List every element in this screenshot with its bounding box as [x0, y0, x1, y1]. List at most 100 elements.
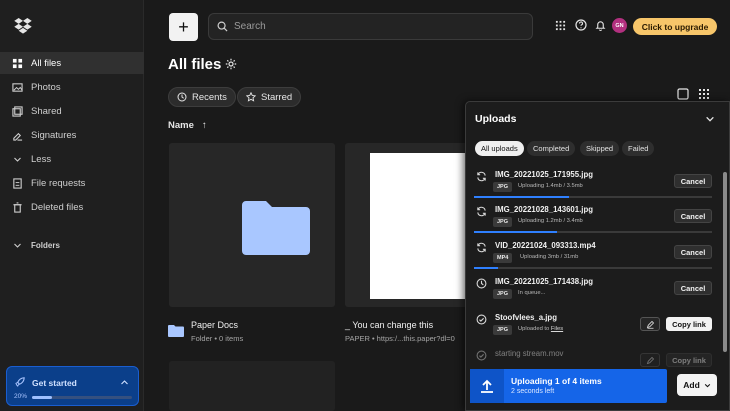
uploads-title: Uploads [475, 113, 517, 125]
card-name[interactable]: Paper Docs [191, 320, 238, 330]
sidebar-item-all-files[interactable]: All files [0, 52, 144, 74]
folder-small-icon [168, 325, 184, 337]
edit-button[interactable] [640, 353, 660, 367]
get-started-progress-bar [32, 396, 132, 399]
cancel-button[interactable]: Cancel [674, 281, 712, 295]
tab-failed[interactable]: Failed [622, 141, 655, 156]
upload-status: Uploading 1.4mb / 3.5mb [518, 183, 583, 189]
file-type-badge: JPG [493, 289, 513, 299]
chevron-down-icon [704, 383, 710, 387]
sidebar-item-signatures[interactable]: Signatures [0, 124, 144, 146]
files-link[interactable]: Files [551, 326, 563, 332]
upload-file-name: starting stream.mov [495, 349, 564, 358]
shared-icon [11, 105, 23, 117]
uploads-scrollbar[interactable] [722, 162, 728, 411]
bell-icon[interactable] [593, 18, 607, 32]
dropbox-logo-icon[interactable] [14, 18, 32, 34]
search-input[interactable] [234, 21, 514, 32]
sidebar-item-deleted-files[interactable]: Deleted files [0, 196, 144, 218]
sort-arrow-icon[interactable]: ↑ [202, 120, 207, 131]
sidebar-item-file-requests[interactable]: File requests [0, 172, 144, 194]
search-bar[interactable] [208, 13, 533, 40]
paper-doc-card[interactable] [345, 143, 475, 307]
apps-grid-icon[interactable] [553, 18, 567, 32]
sidebar-item-label: Shared [31, 105, 62, 117]
sidebar-item-less[interactable]: Less [0, 148, 144, 170]
sidebar-item-label: Less [31, 153, 52, 165]
upgrade-button[interactable]: Click to upgrade [633, 18, 717, 35]
check-circle-icon [476, 314, 487, 325]
cancel-button[interactable]: Cancel [674, 209, 712, 223]
add-button[interactable]: Add [677, 374, 717, 396]
add-label: Add [683, 380, 700, 390]
trash-icon [11, 201, 23, 213]
sidebar-item-label: Signatures [31, 129, 77, 141]
card-name[interactable]: _ You can change this [345, 320, 433, 330]
pencil-icon [646, 356, 654, 364]
upload-status: Uploading 1.2mb / 3.4mb [518, 218, 583, 224]
get-started-panel[interactable]: Get started 20% [6, 366, 139, 406]
upload-arrow-icon [470, 369, 504, 403]
chevron-down-icon [11, 239, 23, 251]
upload-status: Uploaded to Files [518, 326, 563, 332]
upload-status: Uploading 3mb / 31mb [520, 254, 579, 260]
sidebar-item-label: Deleted files [31, 201, 84, 213]
sidebar-item-label: All files [31, 57, 62, 69]
file-card[interactable] [169, 361, 335, 411]
upload-item: Stoofvlees_a.jpg JPG Uploaded to Files C… [466, 308, 721, 344]
grid-view-icon[interactable] [698, 88, 710, 100]
tab-all-uploads[interactable]: All uploads [475, 141, 524, 156]
file-type-badge: MP4 [493, 253, 513, 263]
copy-link-button[interactable]: Copy link [666, 317, 712, 331]
cancel-button[interactable]: Cancel [674, 245, 712, 259]
help-icon[interactable] [574, 18, 588, 32]
edit-button[interactable] [640, 317, 660, 331]
upload-item: IMG_20221025_171438.jpg JPG In queue... … [466, 272, 721, 308]
check-circle-icon [476, 350, 487, 361]
folder-icon [11, 57, 23, 69]
get-started-percent: 20% [14, 393, 28, 400]
sidebar-folders-toggle[interactable]: Folders [0, 234, 144, 256]
scrollbar-thumb[interactable] [723, 172, 727, 352]
starred-label: Starred [261, 91, 293, 103]
search-icon [217, 21, 228, 32]
upload-progress-bar [474, 231, 712, 233]
sort-name-header[interactable]: Name [168, 120, 194, 131]
upload-banner-subtitle: 2 seconds left [511, 388, 555, 395]
avatar[interactable]: GN [612, 18, 627, 33]
gear-icon[interactable] [225, 58, 237, 70]
new-button[interactable]: + [169, 13, 198, 41]
select-checkbox-icon[interactable] [677, 88, 689, 100]
photo-icon [11, 81, 23, 93]
upload-progress-banner: Uploading 1 of 4 items 2 seconds left [470, 369, 667, 403]
sidebar-item-label: Photos [31, 81, 61, 93]
upload-progress-bar [474, 267, 712, 269]
sidebar-item-photos[interactable]: Photos [0, 76, 144, 98]
star-icon [246, 92, 256, 102]
copy-link-button[interactable]: Copy link [666, 353, 712, 367]
upload-progress-bar [474, 196, 712, 198]
paper-docs-card[interactable] [169, 143, 335, 307]
recents-chip[interactable]: Recents [168, 87, 236, 107]
recents-label: Recents [192, 91, 227, 103]
upload-item: IMG_20221028_143601.jpg JPG Uploading 1.… [466, 200, 721, 236]
upload-item: IMG_20221025_171955.jpg JPG Uploading 1.… [466, 165, 721, 201]
starred-chip[interactable]: Starred [237, 87, 302, 107]
upload-file-name: VID_20221024_093313.mp4 [495, 241, 596, 250]
file-request-icon [11, 177, 23, 189]
upload-item: VID_20221024_093313.mp4 MP4 Uploading 3m… [466, 236, 721, 272]
folder-icon [242, 201, 310, 255]
upload-file-name: IMG_20221028_143601.jpg [495, 205, 593, 214]
chevron-down-icon[interactable] [705, 114, 715, 124]
upload-file-name: IMG_20221025_171955.jpg [495, 170, 593, 179]
pencil-icon [646, 320, 654, 329]
chevron-up-icon[interactable] [120, 378, 129, 387]
page-title: All files [168, 56, 222, 73]
sidebar: All files Photos Shared Signatures Less [0, 0, 144, 411]
sidebar-item-shared[interactable]: Shared [0, 100, 144, 122]
cancel-button[interactable]: Cancel [674, 174, 712, 188]
upload-file-name: IMG_20221025_171438.jpg [495, 277, 593, 286]
tab-completed[interactable]: Completed [527, 141, 576, 156]
upload-status: In queue... [518, 290, 546, 296]
tab-skipped[interactable]: Skipped [580, 141, 620, 156]
